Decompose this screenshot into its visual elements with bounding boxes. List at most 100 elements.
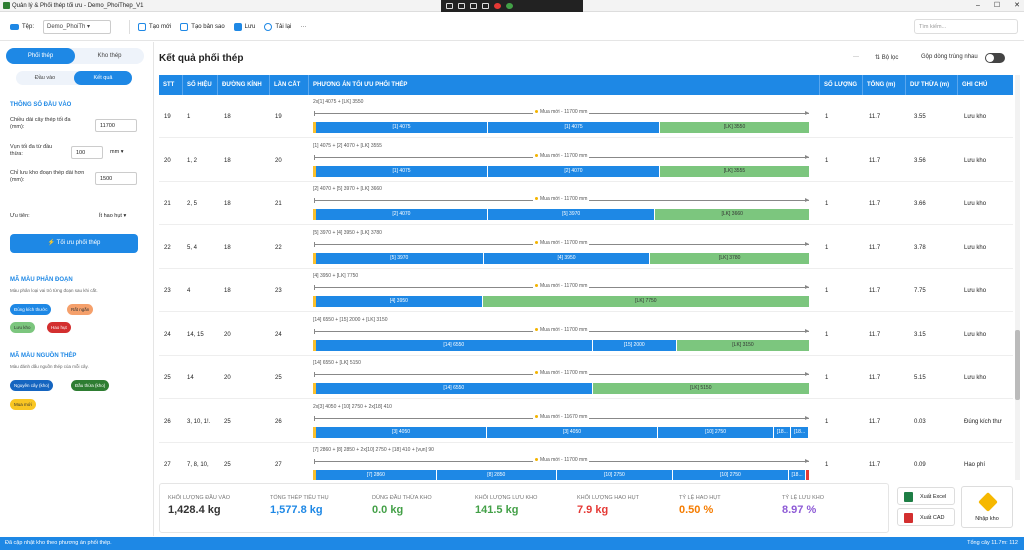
bar-segment[interactable]: [18...: [788, 470, 807, 480]
table-row[interactable]: 21 2, 5 18 21 1 11.7 3.66 Lưu kho [2] 4070 + [5]…: [159, 182, 1013, 225]
scrap-input[interactable]: 100: [71, 146, 103, 159]
new-button[interactable]: Tạo mới: [138, 22, 171, 31]
export-cad-button[interactable]: Xuất CAD: [897, 508, 955, 526]
bar-segment[interactable]: [5] 3970: [487, 209, 656, 220]
scrollbar[interactable]: [1015, 75, 1020, 480]
table-row[interactable]: 26 3, 10, 1!. 25 26 1 11.7 0.03 Đúng kích thư 2x…: [159, 400, 1013, 443]
more-button[interactable]: ···: [300, 24, 306, 30]
bar-segment[interactable]: [18...: [791, 426, 809, 438]
bar-segment[interactable]: [14] 6550: [316, 383, 593, 394]
cell-ghi-chu: Lưu kho: [964, 288, 987, 294]
bar-length-text: Mua mới - 11700 mm: [540, 370, 588, 376]
bar-segment[interactable]: [LK] 7750: [482, 296, 810, 307]
file-select[interactable]: Demo_PhoiTh ▾: [43, 19, 112, 34]
bar-segment[interactable]: [10] 2750: [658, 426, 775, 438]
cell-du-thua: 3.55: [914, 114, 926, 120]
table-row[interactable]: 19 1 18 19 1 11.7 3.55 Lưu kho 2x[1] 4075 + [LK]…: [159, 95, 1013, 138]
tab-result[interactable]: Kết quả: [74, 71, 132, 85]
window-icon[interactable]: [482, 3, 489, 9]
col-tong[interactable]: TỔNG (m): [863, 75, 906, 95]
col-du-thua[interactable]: DƯ THỪA (m): [906, 75, 958, 95]
cutting-plan: [7] 2860 + [8] 2850 + 2x[10] 2750 + [18]…: [313, 443, 810, 480]
col-ghi-chu[interactable]: GHI CHÚ: [958, 75, 1013, 95]
monitor-icon[interactable]: [446, 3, 453, 9]
col-so-hieu[interactable]: SỐ HIỆU: [183, 75, 218, 95]
col-lan-cat[interactable]: LẦN CẮT: [270, 75, 309, 95]
cutting-bar: [1] 4075 [2] 4070 [LK] 3555: [313, 165, 810, 177]
tab-kho-thep[interactable]: Kho thép: [75, 48, 144, 64]
col-stt[interactable]: STT: [159, 75, 183, 95]
bar-segment[interactable]: [LK] 3780: [650, 252, 810, 264]
bar-segment[interactable]: [5] 3970: [316, 252, 484, 264]
save-icon: [233, 22, 242, 31]
bar-length-text: Mua mới - 11670 mm: [540, 413, 588, 420]
maximize-icon[interactable]: ☐: [994, 0, 1000, 12]
scrap-unit-select[interactable]: mm ▾: [106, 146, 137, 159]
table-row[interactable]: 20 1, 2 18 20 1 11.7 3.56 Lưu kho [1] 4075 + [2]…: [159, 139, 1013, 182]
search-input[interactable]: Tìm kiếm...: [914, 19, 1018, 34]
optimize-button[interactable]: ⚡ Tối ưu phối thép: [10, 234, 138, 253]
video-icon[interactable]: [470, 3, 477, 9]
reload-button[interactable]: Tải lại: [264, 22, 291, 31]
bar-segment[interactable]: [1] 4075: [316, 122, 489, 133]
priority-select[interactable]: Ít hao hụt ▾: [95, 210, 137, 223]
bar-length-caption: Mua mới - 11700 mm: [533, 109, 590, 115]
source-color-title: MÃ MÀU NGUỒN THÉP: [10, 353, 77, 359]
max-length-input[interactable]: 11700: [95, 119, 137, 132]
tab-input[interactable]: Đầu vào: [16, 71, 74, 85]
bar-segment[interactable]: [4] 3950: [316, 296, 483, 307]
minimize-icon[interactable]: –: [976, 0, 980, 12]
table-row[interactable]: 27 7, 8, 10, 25 27 1 11.7 0.09 Hao phí [7] 2860 …: [159, 443, 1013, 480]
bar-segment[interactable]: [14] 6550: [316, 339, 593, 351]
summary-store-rate: TỶ LỆ LƯU KHO 8.97 %: [782, 495, 824, 516]
bar-segment[interactable]: [8] 2850: [436, 470, 557, 480]
filter-button[interactable]: ⇅ Bộ lọc: [875, 54, 898, 61]
more-options-button[interactable]: ···: [853, 54, 859, 60]
app-logo-icon: [3, 2, 10, 9]
bar-segment[interactable]: [2] 4070: [316, 209, 488, 220]
bar-segment[interactable]: [LK] 3555: [659, 165, 810, 177]
cell-so-hieu: 2, 5: [187, 201, 198, 207]
scrollbar-thumb[interactable]: [1015, 330, 1020, 400]
bar-segment[interactable]: [10] 2750: [672, 470, 789, 480]
bar-segment[interactable]: [2] 4070: [488, 165, 660, 177]
bar-segment[interactable]: [4] 3950: [483, 252, 651, 264]
bar-length-caption: Mua mới - 11700 mm: [533, 370, 590, 376]
bar-segment[interactable]: [LK] 3550: [660, 122, 810, 133]
bar-segment[interactable]: [3] 4050: [316, 426, 487, 438]
cutting-bar: [5] 3970 [4] 3950 [LK] 3780: [313, 252, 810, 264]
chip-very-short: Rất ngắn: [67, 304, 94, 315]
bar-segment[interactable]: [3] 4050: [487, 426, 658, 438]
bar-segment[interactable]: [10] 2750: [556, 470, 673, 480]
table-row[interactable]: 24 14, 15 20 24 1 11.7 3.15 Lưu kho [14] 6550 + …: [159, 313, 1013, 356]
bar-segment[interactable]: [LK] 3660: [655, 209, 810, 220]
save-button[interactable]: Lưu: [233, 22, 255, 31]
bar-segment[interactable]: [LK] 3150: [676, 339, 810, 351]
bar-segment[interactable]: [1] 4075: [316, 165, 489, 177]
bar-segment[interactable]: [1] 4075: [488, 122, 661, 133]
col-so-luong[interactable]: SỐ LƯỢNG: [820, 75, 863, 95]
copy-button[interactable]: Tạo bản sao: [180, 22, 225, 31]
bar-segment[interactable]: [LK] 5150: [592, 383, 810, 394]
close-icon[interactable]: ✕: [1014, 0, 1020, 12]
bar-segment[interactable]: [18...: [774, 426, 792, 438]
bar-segment[interactable]: [806, 470, 810, 480]
main-tabs: Phối thép Kho thép: [6, 48, 144, 64]
table-row[interactable]: 23 4 18 23 1 11.7 7.75 Lưu kho [4] 3950 + [LK] 7…: [159, 269, 1013, 312]
record-icon[interactable]: [494, 3, 501, 9]
table-row[interactable]: 22 5, 4 18 22 1 11.7 3.78 Lưu kho [5] 3970 + [4]…: [159, 226, 1013, 269]
table-row[interactable]: 25 14 20 25 1 11.7 5.15 Lưu kho [14] 6550 + [LK]…: [159, 356, 1013, 399]
camera-icon[interactable]: [458, 3, 465, 9]
export-excel-button[interactable]: Xuất Excel: [897, 487, 955, 505]
tab-phoi-thep[interactable]: Phối thép: [6, 48, 75, 64]
col-duong-kinh[interactable]: ĐƯỜNG KÍNH: [218, 75, 270, 95]
bar-segment[interactable]: [15] 2000: [592, 339, 677, 351]
merge-toggle[interactable]: [985, 53, 1005, 63]
bar-segment[interactable]: [7] 2860: [316, 470, 437, 480]
check-icon[interactable]: [506, 3, 513, 9]
col-phuong-an[interactable]: PHƯƠNG ÁN TỐI ƯU PHỐI THÉP: [309, 75, 820, 95]
import-stock-button[interactable]: Nhập kho: [961, 486, 1013, 528]
store-min-input[interactable]: 1500: [95, 172, 137, 185]
cell-ghi-chu: Lưu kho: [964, 375, 987, 381]
summary-consumed: TỔNG THÉP TIÊU THỤ 1,577.8 kg: [270, 495, 329, 516]
